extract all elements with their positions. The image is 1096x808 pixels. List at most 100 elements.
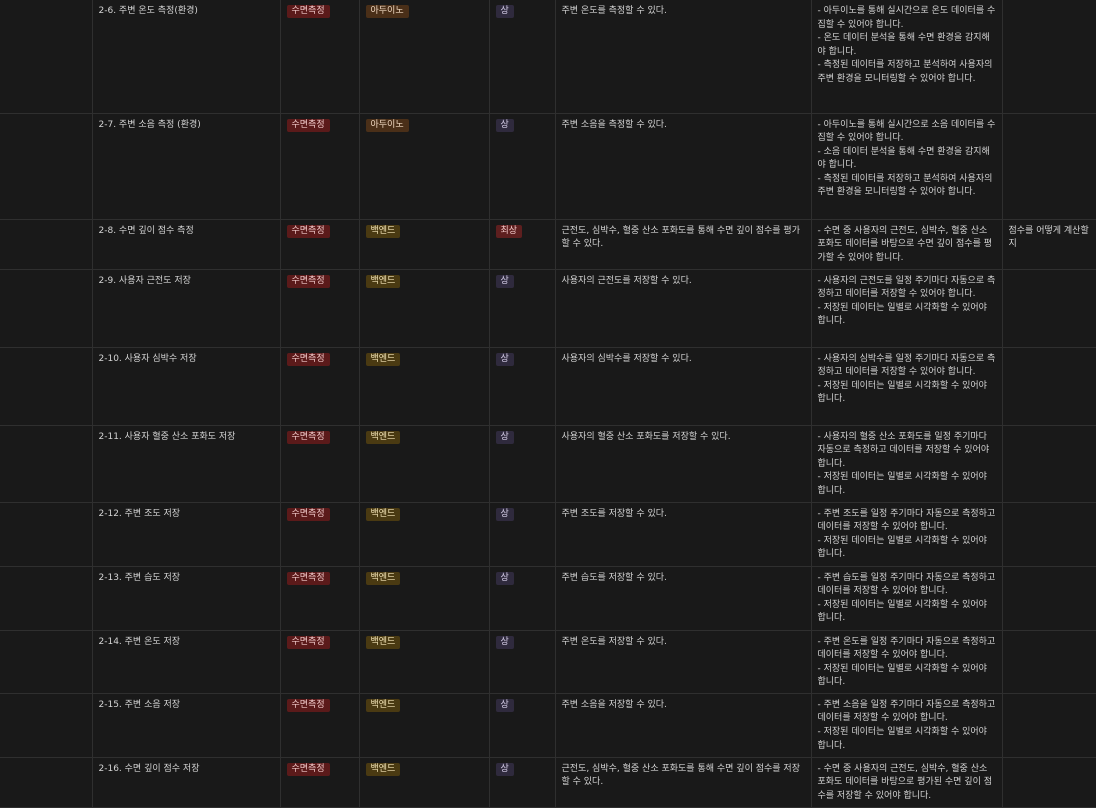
module-cell[interactable]: 백엔드 xyxy=(359,219,490,270)
description-cell[interactable]: 주변 온도를 측정할 수 있다. xyxy=(555,0,812,114)
requirements-cell[interactable]: - 사용자의 근전도를 일정 주기마다 자동으로 측정하고 데이터를 저장할 수… xyxy=(811,269,1003,348)
priority-cell[interactable]: 상 xyxy=(489,693,556,758)
feature-name-cell[interactable]: 2-13. 주변 습도 저장 xyxy=(92,566,281,631)
description-cell[interactable]: 사용자의 근전도를 저장할 수 있다. xyxy=(555,269,812,348)
table-row[interactable]: 2-6. 주변 온도 측정(환경) 수면측정 아두이노 상 주변 온도를 측정할 수 있… xyxy=(0,0,1096,114)
category-cell[interactable]: 수면측정 xyxy=(280,630,360,694)
category-cell[interactable]: 수면측정 xyxy=(280,757,360,808)
feature-name-cell[interactable]: 2-11. 사용자 혈중 산소 포화도 저장 xyxy=(92,425,281,503)
priority-cell[interactable]: 상 xyxy=(489,425,556,503)
module-cell[interactable]: 백엔드 xyxy=(359,347,490,426)
requirements-cell[interactable]: - 주변 습도를 일정 주기마다 자동으로 측정하고 데이터를 저장할 수 있어… xyxy=(811,566,1003,631)
row-handle-cell[interactable] xyxy=(0,0,93,114)
row-handle-cell[interactable] xyxy=(0,693,93,758)
note-cell[interactable]: 점수를 어떻게 계산할지 xyxy=(1002,219,1096,270)
module-cell[interactable]: 백엔드 xyxy=(359,630,490,694)
module-cell[interactable]: 백엔드 xyxy=(359,425,490,503)
row-handle-cell[interactable] xyxy=(0,425,93,503)
requirements-cell[interactable]: - 아두이노를 통해 실시간으로 온도 데이터를 수집할 수 있어야 합니다. -… xyxy=(811,0,1003,114)
table-row[interactable]: 2-12. 주변 조도 저장 수면측정 백엔드 상 주변 조도를 저장할 수 있다. - … xyxy=(0,502,1096,567)
note-cell[interactable] xyxy=(1002,347,1096,426)
priority-cell[interactable]: 상 xyxy=(489,347,556,426)
category-cell[interactable]: 수면측정 xyxy=(280,566,360,631)
module-cell[interactable]: 백엔드 xyxy=(359,757,490,808)
category-cell[interactable]: 수면측정 xyxy=(280,113,360,220)
requirements-cell[interactable]: - 주변 소음을 일정 주기마다 자동으로 측정하고 데이터를 저장할 수 있어… xyxy=(811,693,1003,758)
description-cell[interactable]: 주변 온도를 저장할 수 있다. xyxy=(555,630,812,694)
description-cell[interactable]: 사용자의 혈중 산소 포화도를 저장할 수 있다. xyxy=(555,425,812,503)
requirements-cell[interactable]: - 수면 중 사용자의 근전도, 심박수, 혈중 산소 포화도 데이터를 바탕으… xyxy=(811,757,1003,808)
feature-name-cell[interactable]: 2-8. 수면 깊이 점수 측정 xyxy=(92,219,281,270)
requirements-cell[interactable]: - 주변 조도를 일정 주기마다 자동으로 측정하고 데이터를 저장할 수 있어… xyxy=(811,502,1003,567)
feature-name-cell[interactable]: 2-7. 주변 소음 측정 (환경) xyxy=(92,113,281,220)
module-cell[interactable]: 백엔드 xyxy=(359,502,490,567)
requirements-cell[interactable]: - 주변 온도를 일정 주기마다 자동으로 측정하고 데이터를 저장할 수 있어… xyxy=(811,630,1003,694)
feature-name-cell[interactable]: 2-15. 주변 소음 저장 xyxy=(92,693,281,758)
table-row[interactable]: 2-10. 사용자 심박수 저장 수면측정 백엔드 상 사용자의 심박수를 저장할 수 … xyxy=(0,347,1096,426)
table-row[interactable]: 2-13. 주변 습도 저장 수면측정 백엔드 상 주변 습도를 저장할 수 있다. - … xyxy=(0,566,1096,631)
module-cell[interactable]: 백엔드 xyxy=(359,693,490,758)
row-handle-cell[interactable] xyxy=(0,113,93,220)
feature-name-cell[interactable]: 2-9. 사용자 근전도 저장 xyxy=(92,269,281,348)
row-handle-cell[interactable] xyxy=(0,269,93,348)
row-handle-cell[interactable] xyxy=(0,219,93,270)
row-handle-cell[interactable] xyxy=(0,757,93,808)
note-cell[interactable] xyxy=(1002,502,1096,567)
feature-name-cell[interactable]: 2-10. 사용자 심박수 저장 xyxy=(92,347,281,426)
priority-cell[interactable]: 상 xyxy=(489,502,556,567)
row-handle-cell[interactable] xyxy=(0,347,93,426)
table-row[interactable]: 2-9. 사용자 근전도 저장 수면측정 백엔드 상 사용자의 근전도를 저장할 수 있… xyxy=(0,269,1096,348)
note-cell[interactable] xyxy=(1002,566,1096,631)
module-cell[interactable]: 백엔드 xyxy=(359,269,490,348)
priority-cell[interactable]: 상 xyxy=(489,566,556,631)
table-row[interactable]: 2-15. 주변 소음 저장 수면측정 백엔드 상 주변 소음을 저장할 수 있다. - … xyxy=(0,693,1096,758)
priority-cell[interactable]: 상 xyxy=(489,269,556,348)
module-cell[interactable]: 아두이노 xyxy=(359,113,490,220)
requirements-cell[interactable]: - 수면 중 사용자의 근전도, 심박수, 혈중 산소 포화도 데이터를 바탕으… xyxy=(811,219,1003,270)
note-cell[interactable] xyxy=(1002,0,1096,114)
note-cell[interactable] xyxy=(1002,269,1096,348)
priority-cell[interactable]: 상 xyxy=(489,757,556,808)
priority-cell[interactable]: 상 xyxy=(489,113,556,220)
table-row[interactable]: 2-8. 수면 깊이 점수 측정 수면측정 백엔드 최상 근전도, 심박수, 혈중 산소… xyxy=(0,219,1096,270)
note-cell[interactable] xyxy=(1002,113,1096,220)
category-cell[interactable]: 수면측정 xyxy=(280,693,360,758)
module-tag: 백엔드 xyxy=(365,698,401,712)
description-cell[interactable]: 근전도, 심박수, 혈중 산소 포화도를 통해 수면 깊이 점수를 저장할 수 … xyxy=(555,757,812,808)
note-cell[interactable] xyxy=(1002,630,1096,694)
note-cell[interactable] xyxy=(1002,757,1096,808)
feature-name-cell[interactable]: 2-14. 주변 온도 저장 xyxy=(92,630,281,694)
feature-name-cell[interactable]: 2-16. 수면 깊이 점수 저장 xyxy=(92,757,281,808)
priority-cell[interactable]: 상 xyxy=(489,0,556,114)
priority-cell[interactable]: 최상 xyxy=(489,219,556,270)
requirements-cell[interactable]: - 아두이노를 통해 실시간으로 소음 데이터를 수집할 수 있어야 합니다. -… xyxy=(811,113,1003,220)
description-cell[interactable]: 주변 소음을 측정할 수 있다. xyxy=(555,113,812,220)
table-row[interactable]: 2-14. 주변 온도 저장 수면측정 백엔드 상 주변 온도를 저장할 수 있다. - … xyxy=(0,630,1096,694)
category-cell[interactable]: 수면측정 xyxy=(280,0,360,114)
module-cell[interactable]: 백엔드 xyxy=(359,566,490,631)
description-cell[interactable]: 사용자의 심박수를 저장할 수 있다. xyxy=(555,347,812,426)
category-cell[interactable]: 수면측정 xyxy=(280,425,360,503)
category-cell[interactable]: 수면측정 xyxy=(280,502,360,567)
table-row[interactable]: 2-16. 수면 깊이 점수 저장 수면측정 백엔드 상 근전도, 심박수, 혈중 산소… xyxy=(0,757,1096,808)
category-cell[interactable]: 수면측정 xyxy=(280,347,360,426)
row-handle-cell[interactable] xyxy=(0,502,93,567)
row-handle-cell[interactable] xyxy=(0,566,93,631)
feature-name-cell[interactable]: 2-6. 주변 온도 측정(환경) xyxy=(92,0,281,114)
description-cell[interactable]: 주변 소음을 저장할 수 있다. xyxy=(555,693,812,758)
note-cell[interactable] xyxy=(1002,425,1096,503)
category-cell[interactable]: 수면측정 xyxy=(280,269,360,348)
table-row[interactable]: 2-7. 주변 소음 측정 (환경) 수면측정 아두이노 상 주변 소음을 측정할 수 … xyxy=(0,113,1096,220)
table-row[interactable]: 2-11. 사용자 혈중 산소 포화도 저장 수면측정 백엔드 상 사용자의 혈중 산소… xyxy=(0,425,1096,503)
note-cell[interactable] xyxy=(1002,693,1096,758)
row-handle-cell[interactable] xyxy=(0,630,93,694)
module-cell[interactable]: 아두이노 xyxy=(359,0,490,114)
category-cell[interactable]: 수면측정 xyxy=(280,219,360,270)
description-cell[interactable]: 주변 습도를 저장할 수 있다. xyxy=(555,566,812,631)
feature-name-cell[interactable]: 2-12. 주변 조도 저장 xyxy=(92,502,281,567)
priority-cell[interactable]: 상 xyxy=(489,630,556,694)
requirements-cell[interactable]: - 사용자의 심박수를 일정 주기마다 자동으로 측정하고 데이터를 저장할 수… xyxy=(811,347,1003,426)
description-cell[interactable]: 근전도, 심박수, 혈중 산소 포화도를 통해 수면 깊이 점수를 평가할 수 … xyxy=(555,219,812,270)
description-cell[interactable]: 주변 조도를 저장할 수 있다. xyxy=(555,502,812,567)
requirements-cell[interactable]: - 사용자의 혈중 산소 포화도를 일정 주기마다 자동으로 측정하고 데이터를… xyxy=(811,425,1003,503)
